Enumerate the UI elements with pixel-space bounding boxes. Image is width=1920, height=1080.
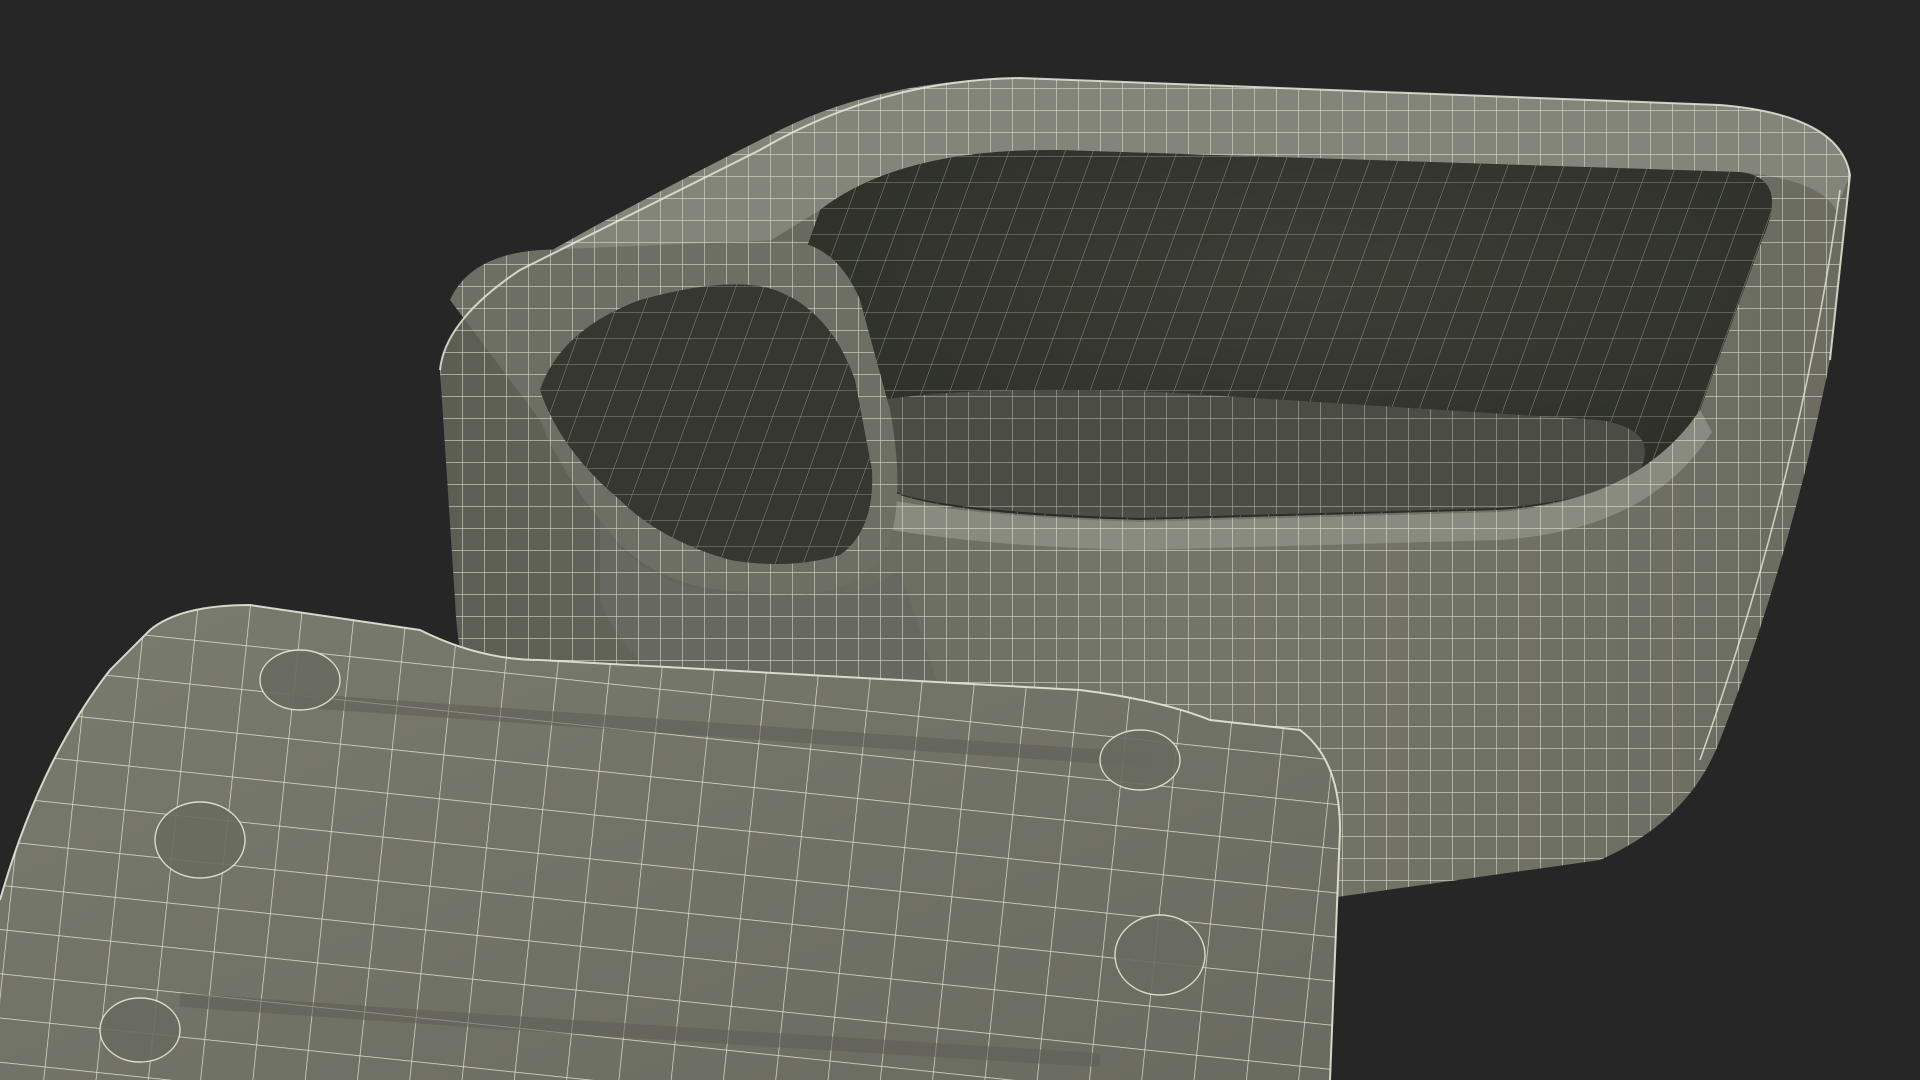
lid-dimple-right-upper bbox=[1114, 914, 1206, 996]
render-viewport bbox=[0, 0, 1920, 1080]
lid-dimple-top-right bbox=[1099, 729, 1181, 791]
lid-dimple-top-left bbox=[259, 649, 341, 711]
lid-dimple-left-lower bbox=[99, 997, 181, 1063]
lid-dimple-left-upper bbox=[154, 801, 246, 879]
